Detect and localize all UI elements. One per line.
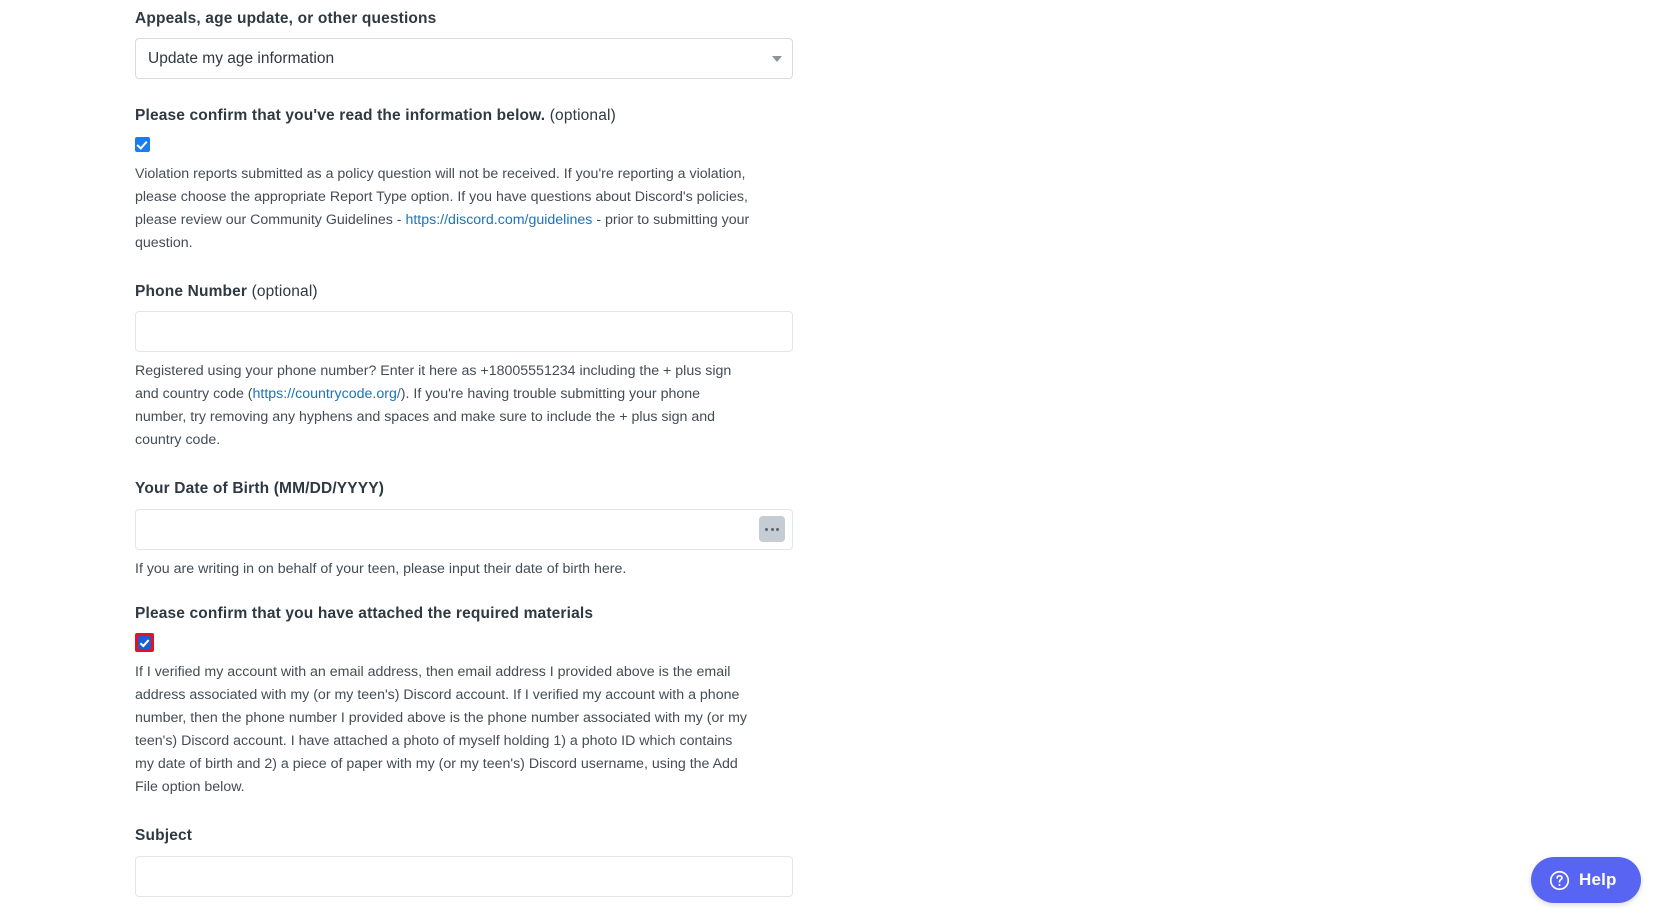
confirm-read-optional-text: (optional) xyxy=(549,107,616,125)
topic-select-wrap: Update my age information xyxy=(135,38,793,80)
confirm-read-label: Please confirm that you've read the info… xyxy=(135,105,795,127)
topic-label: Appeals, age update, or other questions xyxy=(135,10,437,27)
date-of-birth-input[interactable] xyxy=(135,508,793,550)
subject-input[interactable] xyxy=(135,855,793,897)
topic-select-value: Update my age information xyxy=(148,49,335,67)
ellipsis-dot xyxy=(770,527,774,531)
field-group-date-of-birth: Your Date of Birth (MM/DD/YYYY) If you a… xyxy=(135,478,795,580)
topic-select[interactable]: Update my age information xyxy=(135,38,793,80)
subject-label: Subject xyxy=(135,827,193,845)
confirm-materials-checkbox-row xyxy=(135,633,795,653)
question-circle-icon xyxy=(1549,870,1570,890)
confirm-materials-checkbox-inner xyxy=(138,636,151,650)
field-group-phone-number: Phone Number (optional) Registered using… xyxy=(135,281,795,452)
field-group-topic: Appeals, age update, or other questions … xyxy=(135,8,795,80)
confirm-materials-description: If I verified my account with an email a… xyxy=(135,664,747,796)
ellipsis-dot xyxy=(765,527,768,531)
confirm-materials-label: Please confirm that you have attached th… xyxy=(135,604,594,622)
phone-number-input[interactable] xyxy=(135,311,793,353)
phone-number-label-text: Phone Number xyxy=(135,282,248,300)
help-widget-button[interactable]: Help xyxy=(1531,857,1641,903)
date-of-birth-label: Your Date of Birth (MM/DD/YYYY) xyxy=(135,480,385,498)
field-group-confirm-read: Please confirm that you've read the info… xyxy=(135,105,795,254)
support-form-page: Appeals, age update, or other questions … xyxy=(0,0,1665,921)
date-of-birth-input-wrap xyxy=(135,508,793,550)
confirm-read-checkbox-row xyxy=(135,136,795,154)
date-of-birth-hint: If you are writing in on behalf of your … xyxy=(135,560,627,577)
ellipsis-icon[interactable] xyxy=(759,516,785,543)
phone-number-label: Phone Number (optional) xyxy=(135,281,795,303)
help-widget-label: Help xyxy=(1579,870,1617,889)
ellipsis-dot xyxy=(776,527,779,531)
phone-number-optional-text: (optional) xyxy=(251,282,318,300)
confirm-read-description: Violation reports submitted as a policy … xyxy=(135,163,750,255)
confirm-read-label-text: Please confirm that you've read the info… xyxy=(135,107,546,125)
confirm-read-checkbox[interactable] xyxy=(135,137,150,153)
phone-number-hint: Registered using your phone number? Ente… xyxy=(135,360,755,452)
community-guidelines-link[interactable]: https://discord.com/guidelines xyxy=(405,212,592,228)
field-group-confirm-materials: Please confirm that you have attached th… xyxy=(135,603,795,799)
field-group-subject: Subject xyxy=(135,825,795,897)
form-column: Appeals, age update, or other questions … xyxy=(135,0,795,921)
confirm-materials-checkbox[interactable] xyxy=(135,633,154,653)
country-code-link[interactable]: https://countrycode.org/ xyxy=(253,386,401,402)
